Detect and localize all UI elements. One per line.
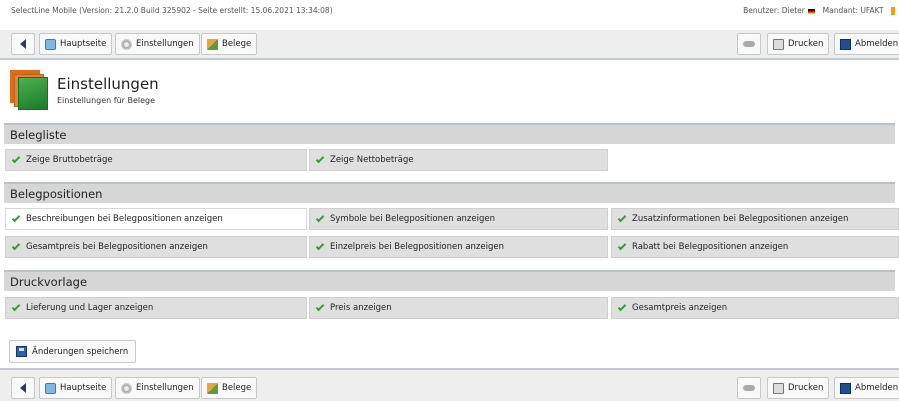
option-label: Zeige Nettobeträge bbox=[330, 155, 414, 165]
section-druckvorlage: Druckvorlage bbox=[4, 270, 895, 291]
checkmark-icon bbox=[617, 213, 627, 222]
option-zeige-nettobetraege[interactable]: Zeige Nettobeträge bbox=[309, 149, 608, 171]
mandant-label: Mandant: UFAKT bbox=[822, 6, 884, 15]
option-beschreibungen[interactable]: Beschreibungen bei Belegpositionen anzei… bbox=[5, 208, 307, 230]
option-gesamtpreis[interactable]: Gesamtpreis anzeigen bbox=[611, 297, 899, 319]
home-icon bbox=[45, 38, 56, 50]
home-icon bbox=[45, 382, 56, 394]
settings-button[interactable]: Einstellungen bbox=[115, 33, 200, 55]
logout-icon bbox=[840, 38, 851, 50]
option-label: Gesamtpreis bei Belegpositionen anzeigen bbox=[26, 242, 208, 252]
option-zusatzinformationen[interactable]: Zusatzinformationen bei Belegpositionen … bbox=[611, 208, 899, 230]
belege-button[interactable]: Belege bbox=[201, 377, 258, 399]
checkmark-icon bbox=[11, 241, 21, 250]
mandant-color-icon bbox=[891, 7, 895, 15]
logout-button[interactable]: Abmelden bbox=[834, 33, 899, 55]
option-zeige-bruttobetraege[interactable]: Zeige Bruttobeträge bbox=[5, 149, 307, 171]
checkmark-icon bbox=[11, 302, 21, 311]
checkmark-icon bbox=[315, 241, 325, 250]
glasses-icon bbox=[743, 385, 755, 391]
page-subtitle: Einstellungen für Belege bbox=[57, 96, 156, 105]
option-label: Zeige Bruttobeträge bbox=[26, 155, 113, 165]
option-lieferung-lager[interactable]: Lieferung und Lager anzeigen bbox=[5, 297, 307, 319]
printer-icon bbox=[773, 38, 784, 50]
back-arrow-icon bbox=[20, 383, 26, 393]
user-info: Benutzer: Dieter Mandant: UFAKT bbox=[743, 6, 895, 15]
settings-logo-icon bbox=[10, 70, 48, 110]
option-label: Beschreibungen bei Belegpositionen anzei… bbox=[26, 214, 223, 224]
section-belegliste: Belegliste bbox=[4, 123, 895, 144]
back-arrow-icon bbox=[20, 39, 26, 49]
settings-button-label: Einstellungen bbox=[136, 39, 194, 49]
belege-icon bbox=[207, 38, 218, 50]
printer-icon bbox=[773, 382, 784, 394]
save-changes-button[interactable]: Änderungen speichern bbox=[9, 340, 136, 363]
option-preis[interactable]: Preis anzeigen bbox=[309, 297, 608, 319]
section-title: Belegpositionen bbox=[10, 187, 103, 201]
print-button-label: Drucken bbox=[788, 39, 824, 49]
checkmark-icon bbox=[11, 213, 21, 222]
option-gesamtpreis-positionen[interactable]: Gesamtpreis bei Belegpositionen anzeigen bbox=[5, 236, 307, 258]
status-line: SelectLine Mobile (Version: 21.2.0 Build… bbox=[0, 0, 899, 22]
checkmark-icon bbox=[617, 302, 627, 311]
print-button[interactable]: Drucken bbox=[767, 33, 830, 55]
checkmark-icon bbox=[315, 213, 325, 222]
german-flag-icon bbox=[808, 8, 816, 14]
back-button[interactable] bbox=[11, 377, 35, 399]
gear-icon bbox=[121, 38, 132, 50]
user-label: Benutzer: Dieter bbox=[743, 6, 805, 15]
page-title: Einstellungen bbox=[57, 75, 159, 93]
print-button-label: Drucken bbox=[788, 383, 824, 393]
section-belegpositionen: Belegpositionen bbox=[4, 182, 895, 203]
option-einzelpreis[interactable]: Einzelpreis bei Belegpositionen anzeigen bbox=[309, 236, 608, 258]
bottom-toolbar: Hauptseite Einstellungen Belege Drucken … bbox=[0, 368, 899, 401]
page-header: Einstellungen Einstellungen für Belege bbox=[10, 70, 310, 115]
home-button[interactable]: Hauptseite bbox=[39, 33, 113, 55]
home-button-label: Hauptseite bbox=[60, 39, 107, 49]
home-button-label: Hauptseite bbox=[60, 383, 107, 393]
option-label: Gesamtpreis anzeigen bbox=[632, 303, 728, 313]
glasses-icon bbox=[743, 41, 755, 47]
logout-icon bbox=[840, 382, 851, 394]
belege-button-label: Belege bbox=[222, 383, 252, 393]
option-label: Zusatzinformationen bei Belegpositionen … bbox=[632, 214, 849, 224]
view-button[interactable] bbox=[737, 377, 761, 399]
option-label: Preis anzeigen bbox=[330, 303, 392, 313]
section-title: Belegliste bbox=[10, 128, 67, 142]
settings-button-label: Einstellungen bbox=[136, 383, 194, 393]
belege-button-label: Belege bbox=[222, 39, 252, 49]
checkmark-icon bbox=[315, 154, 325, 163]
version-info: SelectLine Mobile (Version: 21.2.0 Build… bbox=[11, 6, 333, 15]
save-button-label: Änderungen speichern bbox=[32, 346, 129, 357]
belege-button[interactable]: Belege bbox=[201, 33, 258, 55]
option-rabatt[interactable]: Rabatt bei Belegpositionen anzeigen bbox=[611, 236, 899, 258]
option-label: Einzelpreis bei Belegpositionen anzeigen bbox=[330, 242, 504, 252]
section-title: Druckvorlage bbox=[10, 275, 88, 289]
checkmark-icon bbox=[617, 241, 627, 250]
home-button[interactable]: Hauptseite bbox=[39, 377, 113, 399]
checkmark-icon bbox=[315, 302, 325, 311]
top-toolbar: Hauptseite Einstellungen Belege Drucken … bbox=[0, 30, 899, 60]
logout-button-label: Abmelden bbox=[855, 383, 899, 393]
save-icon bbox=[16, 346, 27, 357]
option-label: Lieferung und Lager anzeigen bbox=[26, 303, 154, 313]
print-button[interactable]: Drucken bbox=[767, 377, 830, 399]
option-label: Symbole bei Belegpositionen anzeigen bbox=[330, 214, 495, 224]
checkmark-icon bbox=[11, 154, 21, 163]
option-symbole[interactable]: Symbole bei Belegpositionen anzeigen bbox=[309, 208, 608, 230]
logout-button-label: Abmelden bbox=[855, 39, 899, 49]
belege-icon bbox=[207, 382, 218, 394]
view-button[interactable] bbox=[737, 33, 761, 55]
option-label: Rabatt bei Belegpositionen anzeigen bbox=[632, 242, 789, 252]
back-button[interactable] bbox=[11, 33, 35, 55]
gear-icon bbox=[121, 382, 132, 394]
settings-button[interactable]: Einstellungen bbox=[115, 377, 200, 399]
logout-button[interactable]: Abmelden bbox=[834, 377, 899, 399]
